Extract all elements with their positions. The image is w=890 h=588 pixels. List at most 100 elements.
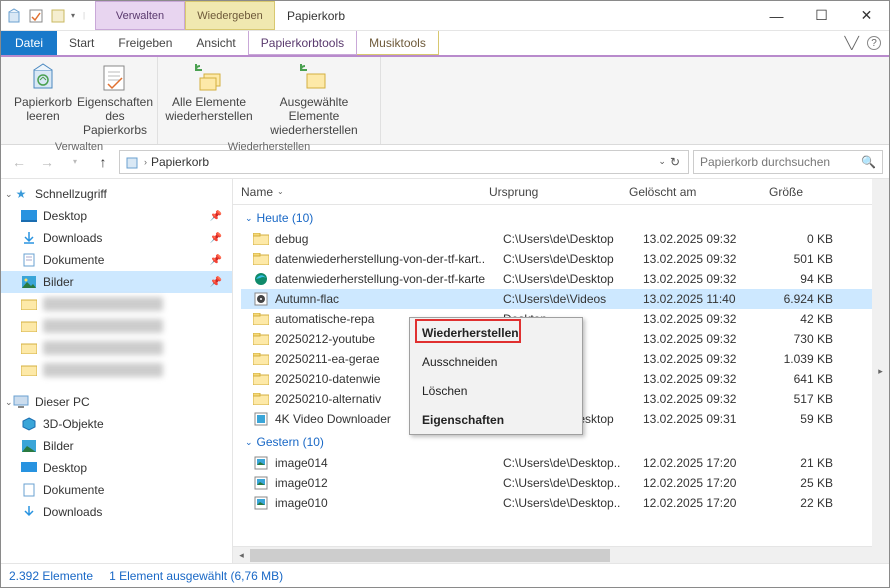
restore-all-icon [193,61,225,93]
table-row[interactable]: Autumn-flacC:\Users\de\Videos13.02.2025 … [241,289,889,309]
sidebar-this-pc[interactable]: ⌄Dieser PC [1,391,232,413]
table-row[interactable]: datenwiederherstellung-von-der-tf-kart..… [241,249,889,269]
back-button[interactable]: ← [7,150,31,174]
sidebar-label: Bilder [43,275,74,289]
tab-music-tools[interactable]: Musiktools [357,31,439,55]
blurred-label [43,341,163,355]
documents-icon [21,252,37,268]
minimize-button[interactable]: — [754,1,799,30]
horizontal-scrollbar[interactable]: ◂ ▸ [233,546,889,563]
ribbon-label: Ausgewählte Elemente wiederherstellen [258,95,370,137]
sidebar-item-pinned[interactable] [1,337,232,359]
cell-name: Autumn-flac [275,292,503,306]
sidebar-item-documents[interactable]: Dokumente📌 [1,249,232,271]
context-cut[interactable]: Ausschneiden [410,347,582,376]
sidebar-item-desktop-pc[interactable]: Desktop [1,457,232,479]
table-row[interactable]: datenwiederherstellung-von-der-tf-karteC… [241,269,889,289]
tab-start[interactable]: Start [57,31,106,55]
up-button[interactable]: ↑ [91,150,115,174]
recycle-bin-small-icon [124,154,140,170]
column-name[interactable]: Name⌄ [233,185,481,199]
folder-icon [253,371,269,387]
sidebar-label: Schnellzugriff [35,187,107,201]
blurred-label [43,363,163,377]
cell-deleted: 13.02.2025 09:32 [643,272,761,286]
table-row[interactable]: debugC:\Users\de\Desktop13.02.2025 09:32… [241,229,889,249]
folder-icon [253,311,269,327]
cell-origin: C:\Users\de\Desktop.. [503,476,643,490]
chevron-down-icon[interactable]: ⌄ [5,397,13,408]
ribbon-collapse-icon[interactable]: ╲╱ [845,36,859,50]
sidebar-item-pinned[interactable] [1,293,232,315]
empty-recycle-bin-button[interactable]: Papierkorb leeren [7,59,79,139]
status-bar: 2.392 Elemente 1 Element ausgewählt (6,7… [1,563,889,587]
sidebar-item-pictures-pc[interactable]: Bilder [1,435,232,457]
group-header[interactable]: ⌄Heute (10) [241,205,889,229]
scrollbar-thumb[interactable] [250,549,610,562]
context-delete[interactable]: Löschen [410,376,582,405]
sidebar-quick-access[interactable]: ⌄ ★ Schnellzugriff [1,183,232,205]
sidebar-item-pinned[interactable] [1,359,232,381]
group-label: Gestern (10) [257,435,324,449]
cell-deleted: 12.02.2025 17:20 [643,476,761,490]
column-deleted[interactable]: Gelöscht am [621,185,739,199]
vertical-scroll-strip[interactable]: ▸ [872,179,889,563]
sidebar-item-pictures[interactable]: Bilder📌 [1,271,232,293]
tab-share[interactable]: Freigeben [106,31,184,55]
refresh-icon[interactable]: ↻ [670,155,680,169]
restore-all-button[interactable]: Alle Elemente wiederherstellen [164,59,254,139]
image-icon [253,495,269,511]
close-button[interactable]: ✕ [844,1,889,30]
cell-size: 501 KB [761,252,833,266]
properties-qat-icon[interactable] [27,7,45,25]
recent-dropdown-icon[interactable]: ▾ [63,150,87,174]
sidebar-item-desktop[interactable]: Desktop📌 [1,205,232,227]
downloads-icon [21,230,37,246]
chevron-down-icon[interactable]: ⌄ [5,189,13,200]
search-input[interactable]: Papierkorb durchsuchen 🔍 [693,150,883,174]
cell-deleted: 13.02.2025 09:32 [643,312,761,326]
column-origin[interactable]: Ursprung [481,185,621,199]
context-restore[interactable]: Wiederherstellen [410,318,582,347]
chevron-right-icon[interactable]: › [144,157,147,167]
cell-size: 59 KB [761,412,833,426]
folder-icon [21,318,37,334]
maximize-button[interactable]: ☐ [799,1,844,30]
ribbon-tabs: Datei Start Freigeben Ansicht Papierkorb… [1,31,889,55]
contextual-tab-play[interactable]: Wiedergeben [185,1,275,30]
cell-name: debug [275,232,503,246]
table-row[interactable]: image012C:\Users\de\Desktop..12.02.2025 … [241,473,889,493]
tab-recyclebin-tools[interactable]: Papierkorbtools [248,31,357,55]
cell-size: 94 KB [761,272,833,286]
table-row[interactable]: image014C:\Users\de\Desktop..12.02.2025 … [241,453,889,473]
qat-dropdown-icon[interactable]: ▾ [71,11,79,20]
sidebar-item-documents-pc[interactable]: Dokumente [1,479,232,501]
forward-button[interactable]: → [35,150,59,174]
address-dropdown-icon[interactable]: ⌄ [658,156,666,167]
table-row[interactable]: image010C:\Users\de\Desktop..12.02.2025 … [241,493,889,513]
tab-file[interactable]: Datei [1,31,57,55]
sidebar-item-pinned[interactable] [1,315,232,337]
restore-selected-button[interactable]: Ausgewählte Elemente wiederherstellen [254,59,374,139]
cell-name: datenwiederherstellung-von-der-tf-karte [275,272,503,286]
cell-origin: C:\Users\de\Desktop [503,232,643,246]
scroll-left-icon[interactable]: ◂ [233,547,250,563]
recycle-bin-properties-button[interactable]: Eigenschaften des Papierkorbs [79,59,151,139]
column-size[interactable]: Größe [739,185,811,199]
address-bar[interactable]: › Papierkorb ⌄ ↻ [119,150,689,174]
tab-view[interactable]: Ansicht [184,31,247,55]
context-properties[interactable]: Eigenschaften [410,405,582,434]
qat-item-icon[interactable] [49,7,67,25]
cell-origin: C:\Users\de\Videos [503,292,643,306]
chevron-down-icon[interactable]: ⌄ [245,437,253,448]
ribbon-label: Eigenschaften des Papierkorbs [77,95,153,137]
search-icon[interactable]: 🔍 [861,155,876,169]
sidebar-item-downloads[interactable]: Downloads📌 [1,227,232,249]
contextual-tab-manage[interactable]: Verwalten [95,1,185,30]
chevron-down-icon[interactable]: ⌄ [245,213,253,224]
help-icon[interactable]: ? [867,36,881,50]
sidebar-item-downloads-pc[interactable]: Downloads [1,501,232,523]
breadcrumb-part[interactable]: Papierkorb [151,155,209,169]
sidebar-item-3d[interactable]: 3D-Objekte [1,413,232,435]
quick-access-toolbar: ▾ | [1,1,95,30]
